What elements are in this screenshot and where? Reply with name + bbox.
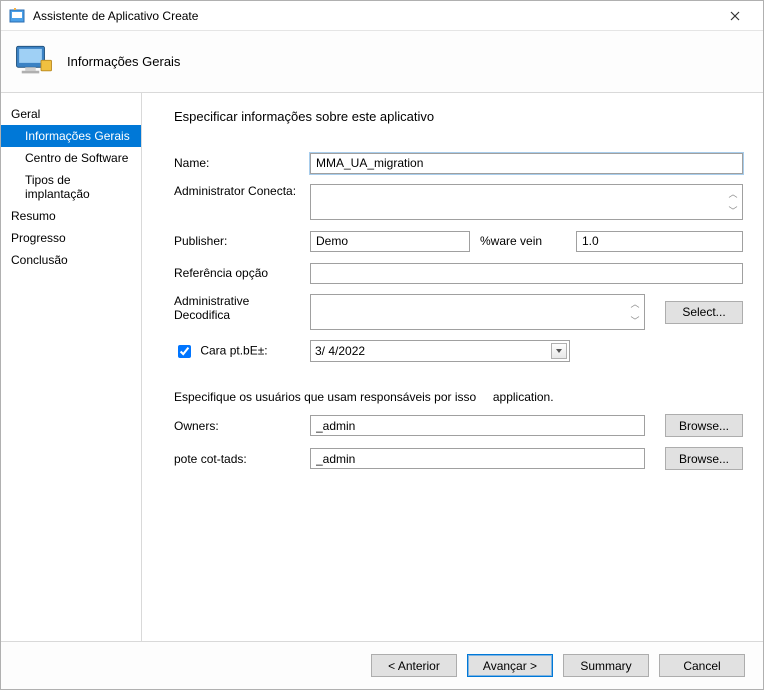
label-owners: Owners: (174, 419, 310, 433)
app-icon (9, 8, 25, 24)
publisher-input[interactable] (310, 231, 470, 252)
label-pote: pote cot-tads: (174, 452, 310, 466)
avancar-button[interactable]: Avançar > (467, 654, 553, 677)
label-name: Name: (174, 156, 310, 170)
scroll-arrows-icon: ︿﹀ (628, 295, 642, 329)
label-admin-decod: Administrative Decodifica (174, 294, 310, 322)
nav-conclusao[interactable]: Conclusão (1, 249, 141, 271)
close-button[interactable] (715, 2, 755, 30)
nav-centro-software[interactable]: Centro de Software (1, 147, 141, 169)
label-ware-vein: %ware vein (480, 234, 566, 248)
version-input[interactable] (576, 231, 743, 252)
label-ref-opcao: Referência opção (174, 266, 310, 280)
window-title: Assistente de Aplicativo Create (33, 9, 715, 23)
owners-input[interactable] (310, 415, 645, 436)
date-value: 3/ 4/2022 (315, 344, 365, 358)
pote-input[interactable] (310, 448, 645, 469)
header-title: Informações Gerais (67, 54, 180, 69)
scroll-arrows-icon: ︿﹀ (726, 185, 740, 219)
label-cara: Cara pt.bE±: (174, 342, 310, 361)
monitor-icon (13, 41, 55, 83)
nav-progresso[interactable]: Progresso (1, 227, 141, 249)
label-admin-conecta: Administrator Conecta: (174, 184, 310, 198)
ref-opcao-input[interactable] (310, 263, 743, 284)
owners-section-text-a: Especifique os usuários que usam respons… (174, 390, 476, 404)
browse-pote-button[interactable]: Browse... (665, 447, 743, 470)
cara-checkbox[interactable] (178, 345, 191, 358)
nav-tipos-implantacao[interactable]: Tipos de implantação (1, 169, 141, 205)
cancel-button[interactable]: Cancel (659, 654, 745, 677)
label-cara-text: Cara pt.bE±: (200, 343, 267, 357)
nav-info-gerais[interactable]: Informações Gerais (1, 125, 141, 147)
page-heading: Especificar informações sobre este aplic… (174, 109, 743, 124)
owners-section-text: Especifique os usuários que usam respons… (174, 390, 743, 404)
name-input[interactable] (310, 153, 743, 174)
nav-geral[interactable]: Geral (1, 103, 141, 125)
select-button[interactable]: Select... (665, 301, 743, 324)
label-publisher: Publisher: (174, 234, 310, 248)
browse-owners-button[interactable]: Browse... (665, 414, 743, 437)
nav-resumo[interactable]: Resumo (1, 205, 141, 227)
admin-conecta-input[interactable]: ︿﹀ (310, 184, 743, 220)
anterior-button[interactable]: < Anterior (371, 654, 457, 677)
admin-decod-input[interactable]: ︿﹀ (310, 294, 645, 330)
date-picker[interactable]: 3/ 4/2022 (310, 340, 570, 362)
owners-section-text-b: application. (493, 390, 554, 404)
wizard-nav: Geral Informações Gerais Centro de Softw… (1, 93, 142, 641)
summary-button[interactable]: Summary (563, 654, 649, 677)
date-dropdown-button[interactable] (551, 343, 567, 359)
